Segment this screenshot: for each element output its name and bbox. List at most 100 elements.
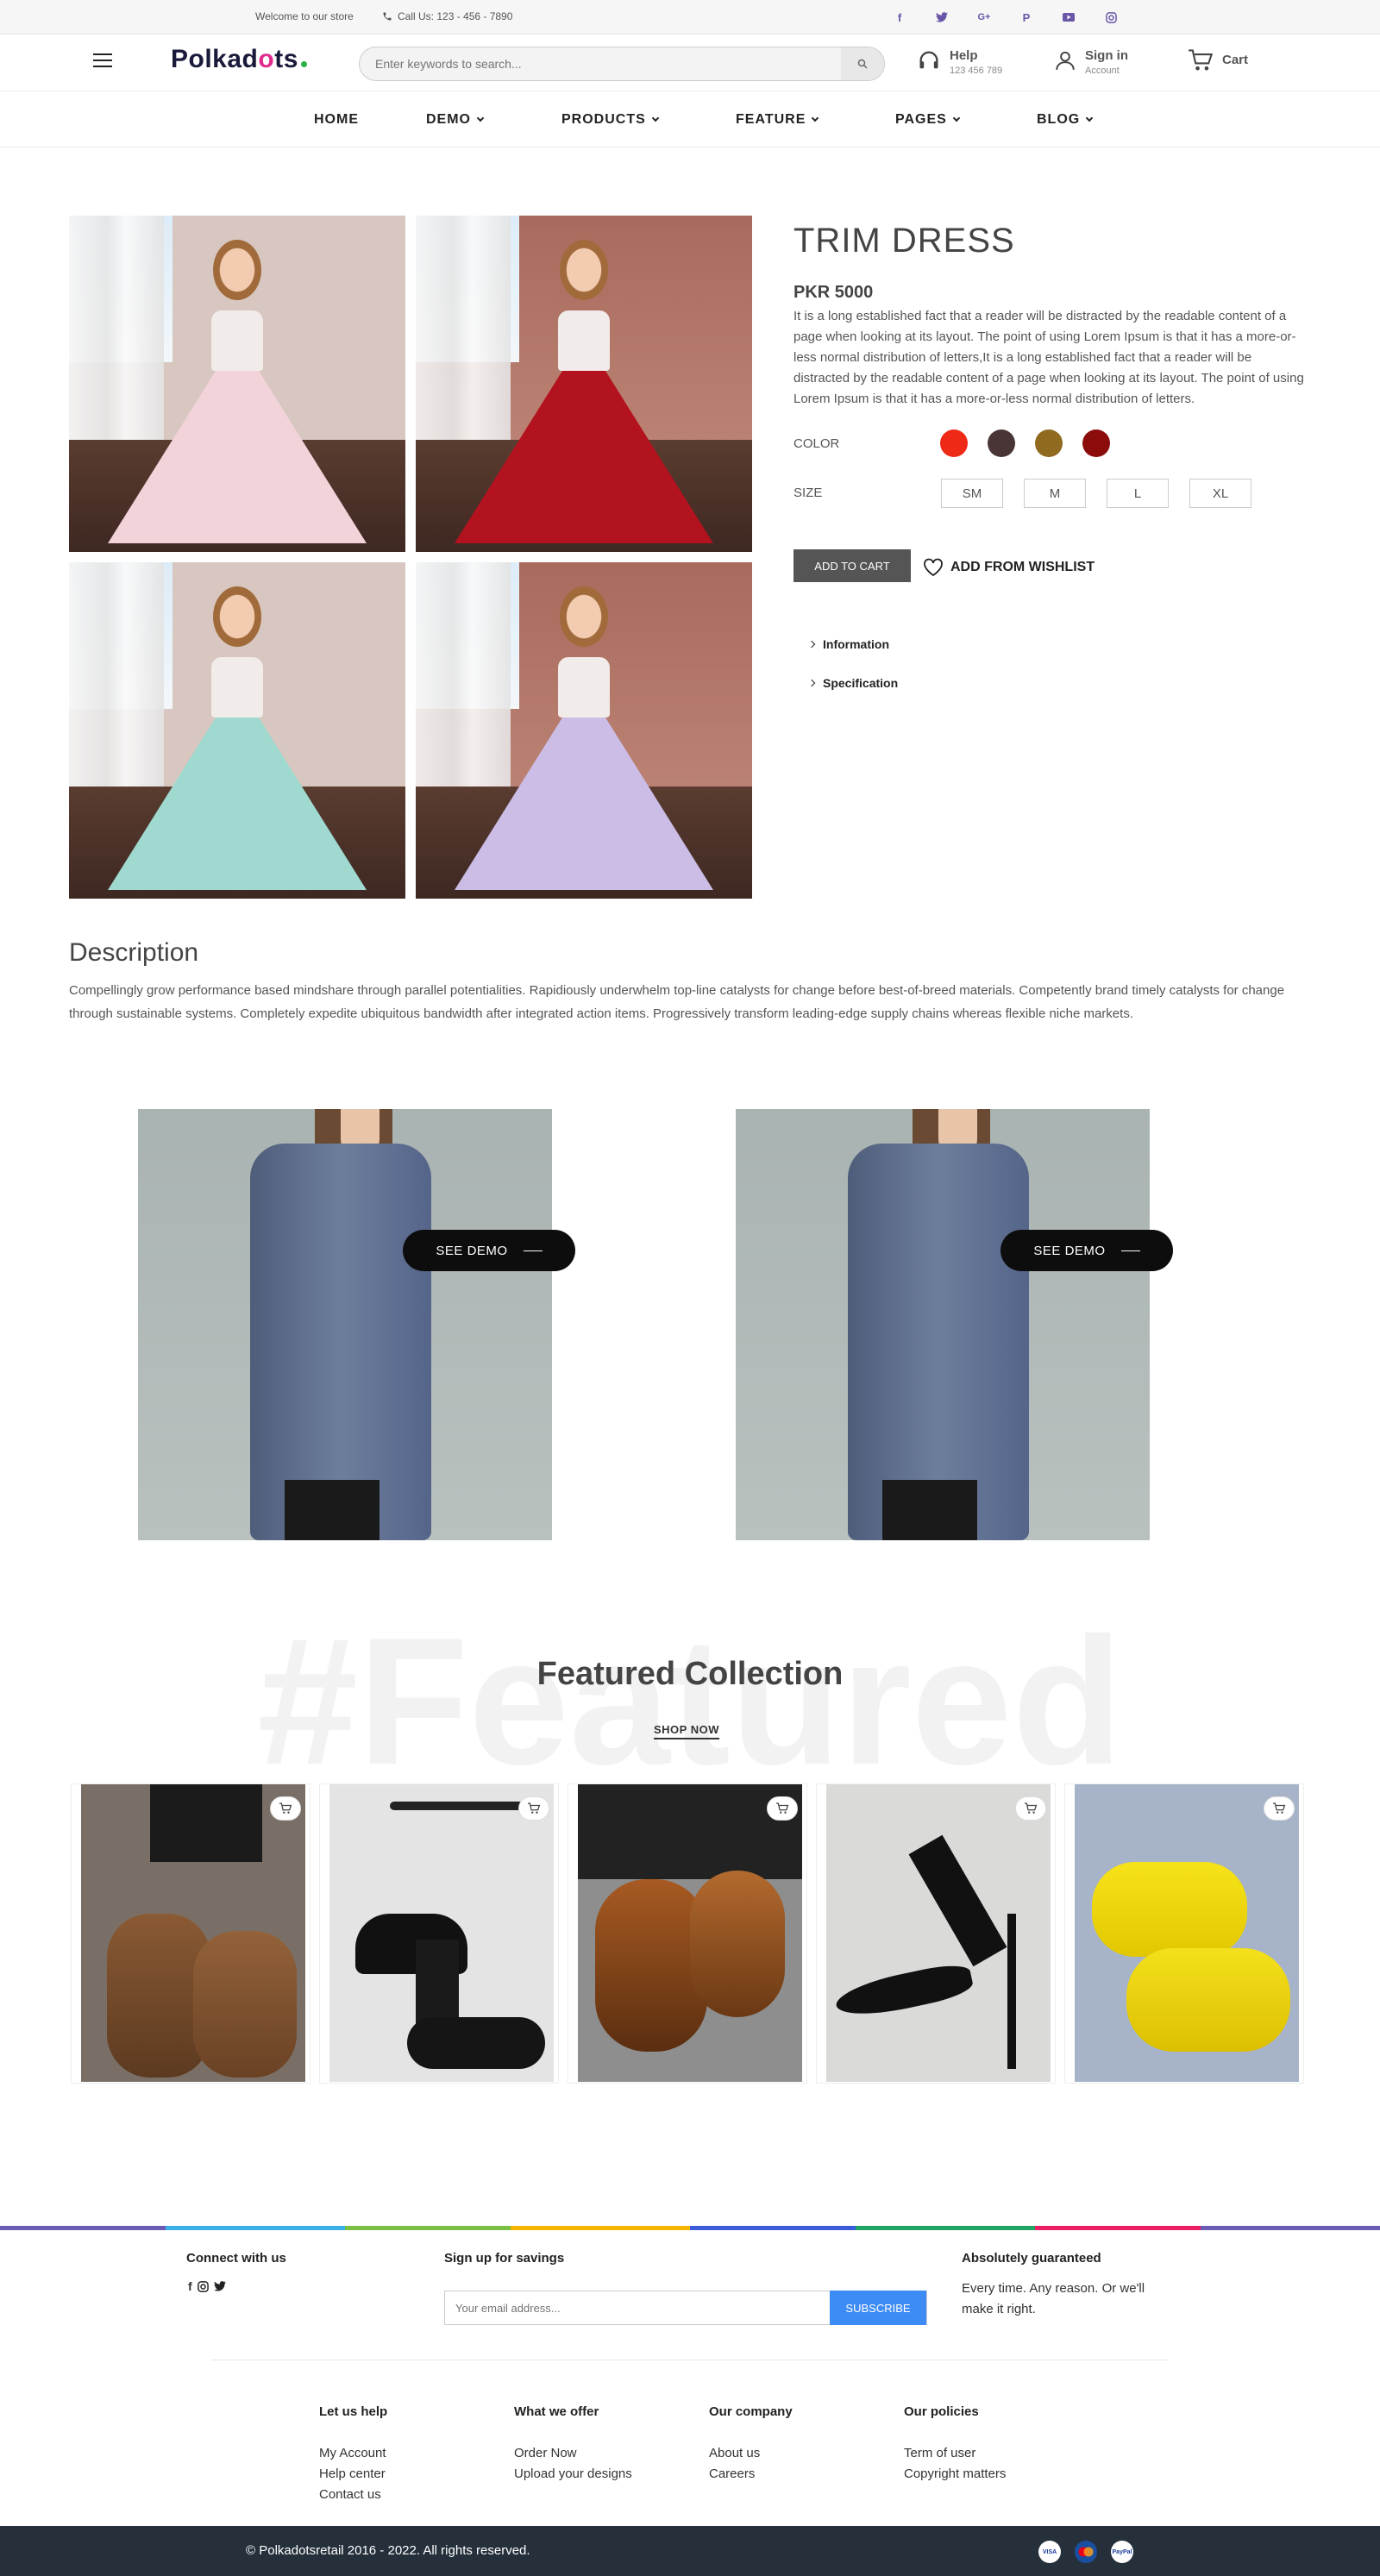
size-option-sm[interactable]: SM [941,479,1003,508]
footer-link[interactable]: Careers [709,2464,755,2485]
add-to-cart-icon[interactable] [767,1796,798,1821]
connect-title: Connect with us [186,2251,286,2266]
add-to-cart-icon[interactable] [270,1796,301,1821]
instagram-icon[interactable] [197,2280,209,2292]
guarantee-title: Absolutely guaranteed [962,2251,1101,2266]
help-link[interactable]: Help 123 456 789 [917,48,1002,76]
visa-icon: VISA [1038,2541,1061,2563]
nav-item-pages[interactable]: PAGES [895,112,961,128]
color-swatch[interactable] [1082,429,1110,457]
email-input[interactable] [445,2291,833,2324]
nav-item-label: PAGES [895,112,947,127]
menu-icon[interactable] [93,53,112,67]
add-to-wishlist-button[interactable]: ADD FROM WISHLIST [923,558,1095,577]
product-card-brown-oxford-shoe[interactable] [568,1783,807,2084]
google-plus-icon[interactable]: G+ [975,9,994,26]
cart-link[interactable]: Cart [1188,48,1248,72]
footer-link[interactable]: My Account [319,2443,386,2464]
help-label: Help [950,48,978,63]
mastercard-icon [1075,2541,1097,2563]
twitter-icon[interactable] [932,9,951,26]
product-image[interactable] [81,1784,305,2082]
chevron-down-icon [812,114,819,122]
footer-link[interactable]: Contact us [319,2485,381,2505]
nav-item-demo[interactable]: DEMO [426,112,485,128]
accordion-label: Information [823,637,889,651]
footer-link[interactable]: Copyright matters [904,2464,1006,2485]
signin-link[interactable]: Sign in Account [1054,48,1128,76]
see-demo-button-1[interactable]: SEE DEMO [403,1230,575,1271]
add-to-cart-button[interactable]: ADD TO CART [794,549,911,582]
search-input[interactable] [360,47,843,80]
product-image-1[interactable] [69,216,405,552]
product-card-yellow-sneaker[interactable] [1064,1783,1304,2084]
search-bar [359,47,885,81]
product-image[interactable] [826,1784,1051,2082]
main-nav: HOME DEMO PRODUCTS FEATURE PAGES BLOG [0,92,1380,147]
product-price: PKR 5000 [794,283,874,302]
product-card-brown-leather-boot[interactable] [71,1783,310,2084]
product-image-4[interactable] [416,562,752,899]
nav-item-blog[interactable]: BLOG [1037,112,1094,128]
phone-icon [383,12,392,21]
size-option-l[interactable]: L [1107,479,1169,508]
footer-column-title: What we offer [514,2404,599,2419]
instagram-icon[interactable] [1101,9,1120,26]
nav-item-label: BLOG [1037,112,1081,127]
site-logo[interactable]: Polkadots [171,45,307,74]
product-image-2[interactable] [416,216,752,552]
nav-item-home[interactable]: HOME [314,112,359,128]
add-to-cart-icon[interactable] [518,1796,549,1821]
youtube-icon[interactable] [1059,9,1078,26]
headset-icon [919,51,938,69]
product-image[interactable] [578,1784,802,2082]
product-image[interactable] [1075,1784,1299,2082]
chevron-down-icon [1085,114,1094,122]
footer-bottom-bar: © Polkadotsretail 2016 - 2022. All right… [0,2526,1380,2576]
product-card-black-block-heel[interactable] [319,1783,559,2084]
newsletter-form: SUBSCRIBE [444,2291,927,2325]
nav-item-label: HOME [314,112,359,127]
footer-link[interactable]: Upload your designs [514,2464,632,2485]
search-button[interactable] [841,47,884,80]
product-image-3[interactable] [69,562,405,899]
shop-now-link[interactable]: SHOP NOW [654,1723,719,1739]
color-swatch[interactable] [1035,429,1063,457]
size-option-xl[interactable]: XL [1189,479,1251,508]
color-swatch[interactable] [988,429,1015,457]
chevron-down-icon [476,114,485,122]
nav-item-feature[interactable]: FEATURE [736,112,819,128]
color-swatch[interactable] [940,429,968,457]
site-header: Polkadots Help 123 456 789 Sign in Account… [0,34,1380,91]
footer-social: f [188,2279,226,2293]
nav-item-products[interactable]: PRODUCTS [561,112,660,128]
description-text: Compellingly grow performance based mind… [69,983,1285,1021]
size-option-m[interactable]: M [1024,479,1086,508]
description-title: Description [69,938,199,967]
pinterest-icon[interactable]: P [1017,9,1036,26]
chevron-right-icon [807,640,816,649]
footer-link[interactable]: Order Now [514,2443,577,2464]
chevron-right-icon [807,679,816,687]
product-image[interactable] [329,1784,554,2082]
nav-item-label: DEMO [426,112,471,127]
twitter-icon[interactable] [213,2281,226,2291]
copyright-text: © Polkadotsretail 2016 - 2022. All right… [246,2543,530,2558]
add-to-cart-icon[interactable] [1015,1796,1046,1821]
footer-link[interactable]: Help center [319,2464,386,2485]
footer-link[interactable]: About us [709,2443,760,2464]
footer-column-title: Our company [709,2404,793,2419]
see-demo-button-2[interactable]: SEE DEMO [1000,1230,1173,1271]
accordion-specification[interactable]: Specification [807,676,898,690]
cart-label: Cart [1222,53,1249,67]
product-card-black-stiletto-sandal[interactable] [816,1783,1056,2084]
facebook-icon[interactable]: f [890,9,909,26]
footer-link[interactable]: Term of user [904,2443,975,2464]
color-label: COLOR [794,436,840,451]
subscribe-button[interactable]: SUBSCRIBE [830,2291,926,2325]
see-demo-label: SEE DEMO [1033,1243,1106,1258]
accordion-information[interactable]: Information [807,637,889,651]
facebook-icon[interactable]: f [188,2279,192,2293]
chevron-down-icon [651,114,660,122]
add-to-cart-icon[interactable] [1264,1796,1295,1821]
